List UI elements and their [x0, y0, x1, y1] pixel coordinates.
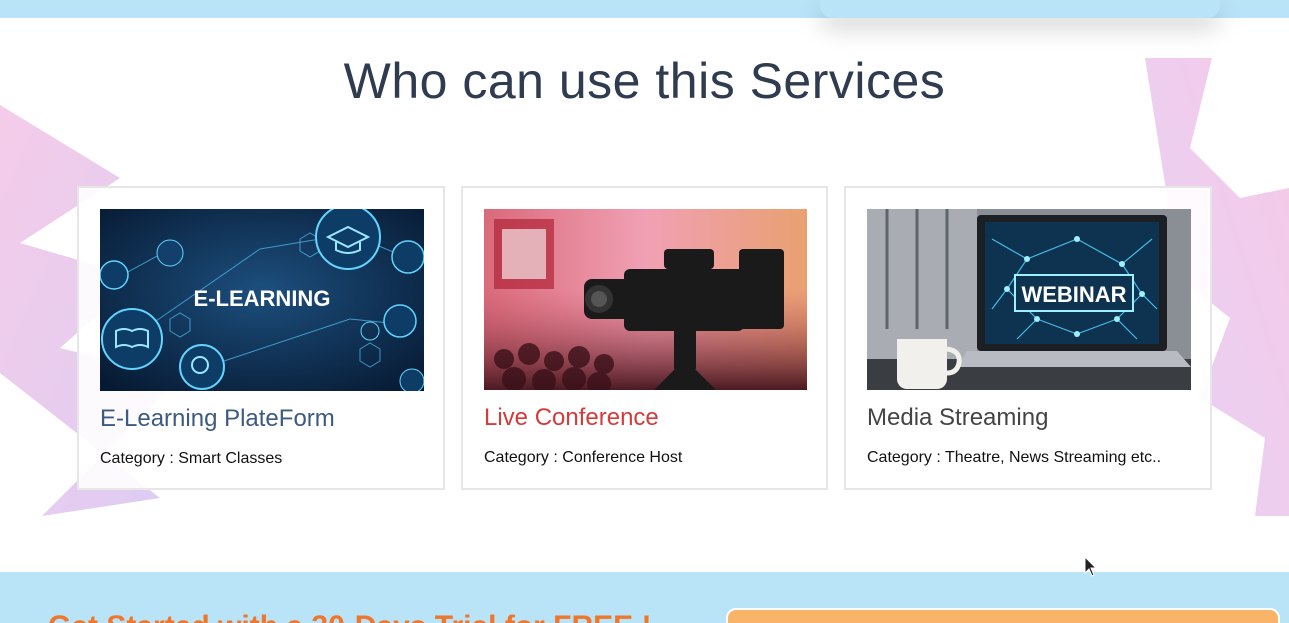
- svg-text:E-LEARNING: E-LEARNING: [194, 286, 331, 311]
- cta-band: Get Started with a 30-Days Trial for FRE…: [0, 572, 1289, 623]
- cta-form-box[interactable]: [726, 608, 1280, 623]
- service-card-streaming[interactable]: WEBINAR Media Streaming Category : Theat…: [844, 186, 1212, 490]
- section-heading: Who can use this Services: [343, 53, 946, 109]
- card-category: Category : Smart Classes: [100, 450, 283, 467]
- card-title[interactable]: Media Streaming: [867, 404, 1048, 432]
- card-title[interactable]: E-Learning PlateForm: [100, 405, 335, 433]
- header-panel-shadow: [820, 0, 1220, 18]
- service-card-conference[interactable]: Live Conference Category : Conference Ho…: [461, 186, 828, 490]
- service-card-elearning[interactable]: E-LEARNING E-Learning PlateForm Category…: [77, 186, 445, 490]
- mouse-cursor-icon: [1084, 556, 1098, 577]
- cta-headline: Get Started with a 30-Days Trial for FRE…: [48, 610, 652, 623]
- video-camera-image: [484, 209, 807, 390]
- svg-text:WEBINAR: WEBINAR: [1021, 282, 1126, 307]
- e-learning-image: E-LEARNING: [100, 209, 424, 391]
- card-category: Category : Theatre, News Streaming etc..: [867, 449, 1162, 466]
- card-category: Category : Conference Host: [484, 449, 683, 466]
- card-title[interactable]: Live Conference: [484, 404, 659, 432]
- webinar-laptop-image: WEBINAR: [867, 209, 1191, 390]
